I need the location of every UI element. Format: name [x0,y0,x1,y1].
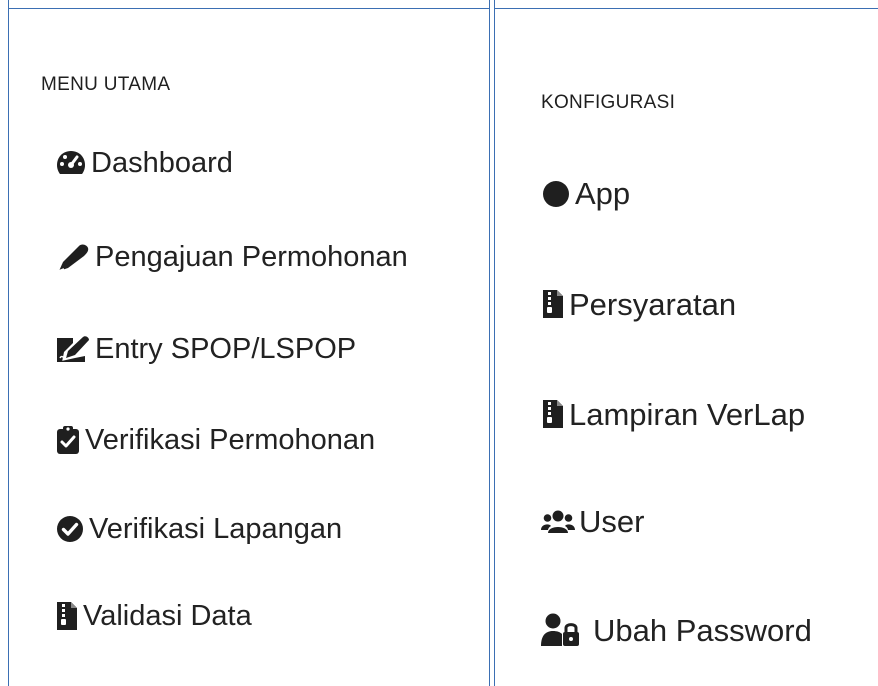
file-archive-icon [541,398,565,430]
panel-top-border [495,0,878,9]
menu-label-verifikasi-lapangan: Verifikasi Lapangan [89,512,343,545]
main-menu-panel: MENU UTAMA Dashboard Pengajuan Permohona… [8,0,490,686]
menu-label-ubah-password: Ubah Password [593,612,812,648]
user-lock-icon [541,612,581,648]
pen-icon [55,240,91,274]
menu-label-app: App [575,176,631,211]
menu-item-verifikasi-permohonan[interactable]: Verifikasi Permohonan [55,424,375,456]
menu-item-persyaratan[interactable]: Persyaratan [541,288,736,320]
menu-label-user: User [579,504,645,539]
signature-icon [55,332,91,366]
menu-label-lampiran-verlap: Lampiran VerLap [569,396,806,432]
menu-item-lampiran-verlap[interactable]: Lampiran VerLap [541,398,805,430]
panel-top-border [9,0,489,9]
circle-icon [541,179,571,209]
check-circle-icon [55,514,85,544]
tachometer-icon [55,148,87,178]
users-icon [541,508,575,536]
configuration-heading: KONFIGURASI [541,92,676,113]
menu-item-validasi-data[interactable]: Validasi Data [55,600,252,632]
file-archive-icon [541,288,565,320]
menu-item-entry-spop[interactable]: Entry SPOP/LSPOP [55,332,356,366]
menu-label-verifikasi-permohonan: Verifikasi Permohonan [85,423,376,456]
file-archive-icon [55,600,79,632]
clipboard-check-icon [55,424,81,456]
menu-item-app[interactable]: App [541,178,630,209]
menu-item-dashboard[interactable]: Dashboard [55,148,233,178]
menu-label-dashboard: Dashboard [91,146,233,179]
menu-item-ubah-password[interactable]: Ubah Password [541,612,812,648]
menu-label-entry-spop: Entry SPOP/LSPOP [95,332,357,365]
configuration-panel: KONFIGURASI App Persyaratan Lampiran Ver… [494,0,878,686]
main-menu-heading: MENU UTAMA [41,74,171,95]
menu-label-pengajuan-permohonan: Pengajuan Permohonan [95,240,408,273]
menu-label-validasi-data: Validasi Data [83,599,252,632]
menu-item-pengajuan-permohonan[interactable]: Pengajuan Permohonan [55,240,408,274]
sidebar-menu-screenshot: MENU UTAMA Dashboard Pengajuan Permohona… [0,0,878,686]
menu-item-user[interactable]: User [541,506,644,537]
menu-label-persyaratan: Persyaratan [569,286,737,322]
menu-item-verifikasi-lapangan[interactable]: Verifikasi Lapangan [55,514,342,544]
